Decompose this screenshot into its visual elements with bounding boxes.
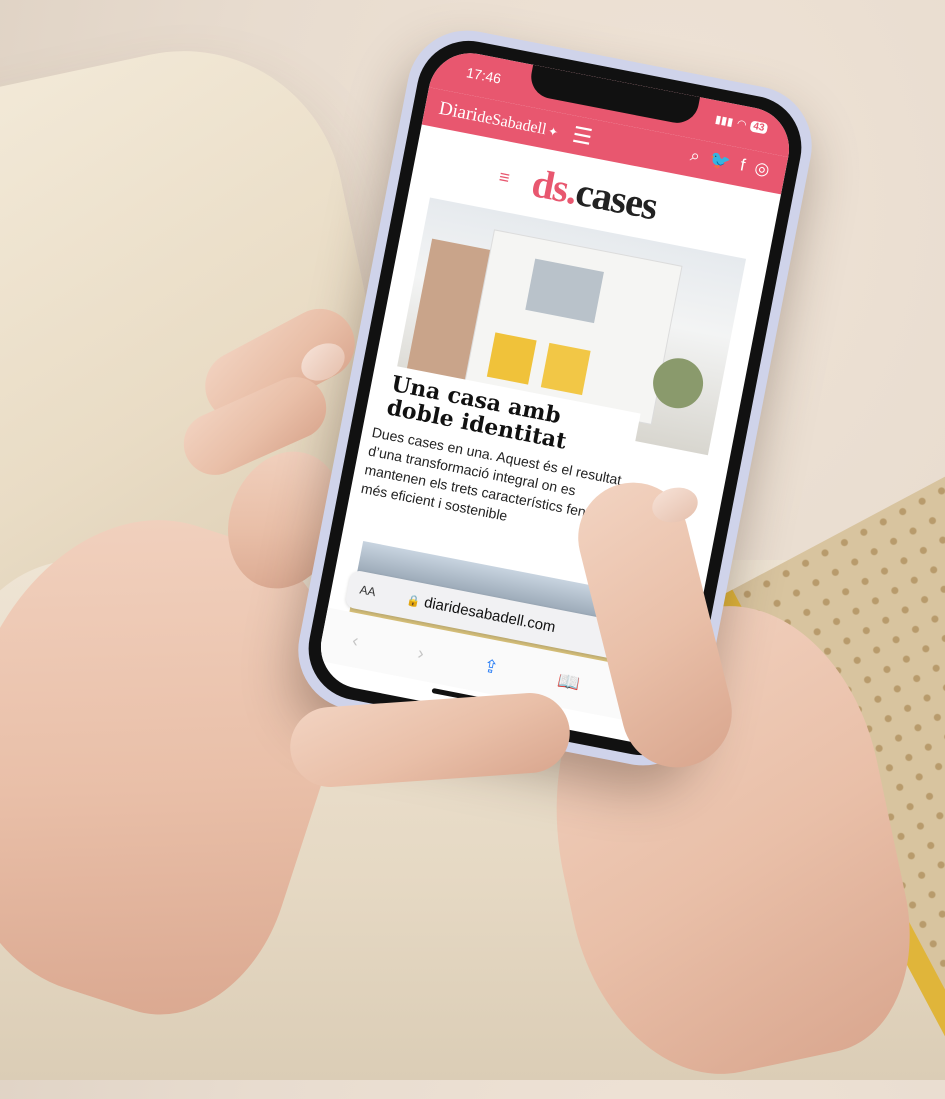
header-actions: ⌕ 🐦 f ◎ (689, 146, 771, 181)
crest-icon: ✦ (546, 123, 560, 140)
house-window (486, 332, 537, 385)
hamburger-menu-icon[interactable]: ☰ (570, 122, 594, 151)
forward-icon[interactable]: › (416, 642, 426, 664)
house-window (540, 342, 591, 396)
section-logo[interactable]: ds.cases (528, 160, 661, 228)
brand-main: Diari (437, 97, 480, 126)
signal-icon: ▮▮▮ (714, 113, 735, 129)
logo-cases: cases (572, 168, 661, 229)
share-icon[interactable]: ⇪ (481, 655, 501, 678)
search-icon[interactable]: ⌕ (689, 146, 702, 167)
status-time: 17:46 (465, 64, 503, 87)
instagram-icon[interactable]: ◎ (753, 158, 771, 180)
back-icon[interactable]: ‹ (350, 629, 361, 651)
status-icons: ▮▮▮ ◠ 43 (714, 113, 769, 136)
section-menu-icon[interactable]: ≡ (497, 166, 511, 189)
twitter-icon[interactable]: 🐦 (708, 149, 732, 173)
facebook-icon[interactable]: f (738, 155, 747, 176)
wifi-icon: ◠ (735, 117, 748, 132)
bookmarks-icon[interactable]: 📖 (556, 669, 582, 694)
text-size-button[interactable]: AA (359, 582, 377, 599)
lock-icon: 🔒 (405, 594, 422, 609)
brand-city: Sabadell (490, 111, 548, 139)
battery-icon: 43 (749, 120, 769, 135)
